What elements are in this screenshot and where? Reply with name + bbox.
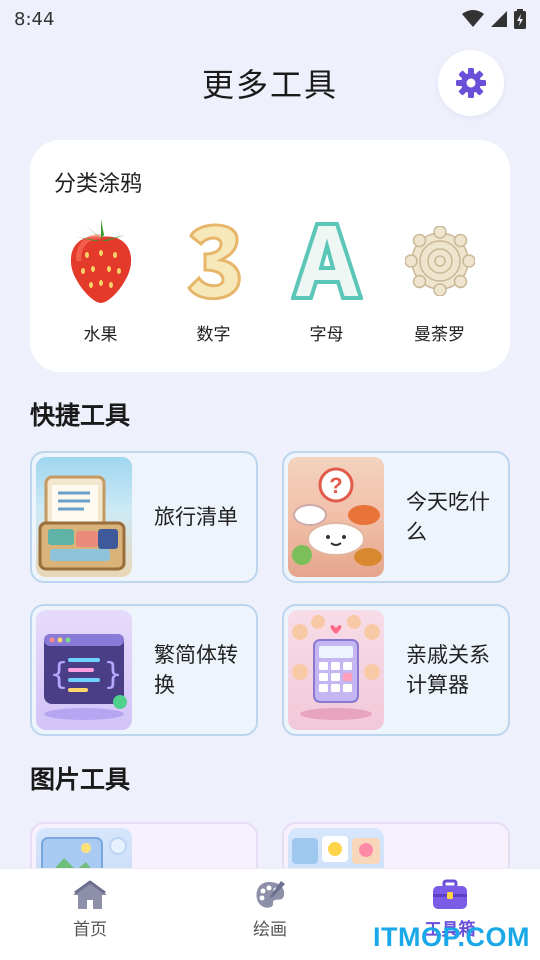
mandala-icon xyxy=(404,226,475,296)
tool-label: 旅行清单 xyxy=(154,505,238,529)
tool-card-relative-calculator[interactable]: 亲戚关系计算器 xyxy=(282,604,510,736)
battery-icon xyxy=(514,9,526,29)
status-bar: 8:44 xyxy=(0,0,540,38)
nav-label-draw: 绘画 xyxy=(253,920,287,940)
doodle-section-title: 分类涂鸦 xyxy=(54,172,143,197)
nav-item-draw[interactable]: 绘画 xyxy=(180,869,360,960)
svg-text:{: { xyxy=(50,657,68,692)
header: 更多工具 xyxy=(0,50,540,116)
doodle-category-list: 水果 数字 字母 曼荼罗 xyxy=(30,218,510,345)
home-icon xyxy=(73,880,107,909)
svg-text:}: } xyxy=(104,657,122,692)
tool-label: 繁简体转换 xyxy=(154,643,238,697)
tool-label: 亲戚关系计算器 xyxy=(406,643,490,697)
page-title: 更多工具 xyxy=(201,66,338,104)
doodle-item-label: 字母 xyxy=(309,325,344,345)
doodle-item-label: 数字 xyxy=(196,325,231,345)
signal-icon xyxy=(491,11,507,27)
quick-tools-title: 快捷工具 xyxy=(30,401,131,430)
tool-card-what-to-eat[interactable]: ? 今天吃什么 xyxy=(282,451,510,583)
suitcase-icon xyxy=(38,475,126,571)
strawberry-icon xyxy=(70,219,131,303)
nav-label-home: 首页 xyxy=(73,920,107,940)
code-window-icon: { } xyxy=(44,634,127,720)
watermark: ITMOP.COM xyxy=(372,922,530,952)
doodle-item-label: 曼荼罗 xyxy=(414,325,465,345)
doodle-item-mandala[interactable]: 曼荼罗 xyxy=(390,218,490,345)
toolbox-icon xyxy=(433,879,467,909)
doodle-item-fruit[interactable]: 水果 xyxy=(51,218,151,345)
calculator-icon xyxy=(292,615,380,720)
doodle-item-letter[interactable]: 字母 xyxy=(277,218,377,345)
doodle-item-label: 水果 xyxy=(83,325,118,345)
nav-item-home[interactable]: 首页 xyxy=(0,869,180,960)
image-tools-title: 图片工具 xyxy=(30,765,131,794)
doodle-item-number[interactable]: 数字 xyxy=(164,218,264,345)
tool-card-traditional-simplified[interactable]: { } 繁简体转换 xyxy=(30,604,258,736)
letter-a-icon xyxy=(290,222,363,300)
number-3-icon xyxy=(186,223,241,301)
status-icons xyxy=(462,9,526,29)
status-time: 8:44 xyxy=(14,8,55,30)
gear-icon xyxy=(456,68,486,98)
tool-card-travel-checklist[interactable]: 旅行清单 xyxy=(30,451,258,583)
doodle-category-card: 分类涂鸦 水果 数字 字母 曼荼罗 xyxy=(30,140,510,372)
palette-icon xyxy=(256,881,285,908)
food-plate-icon: ? xyxy=(292,467,382,566)
tool-label: 今天吃什么 xyxy=(406,490,490,544)
wifi-icon xyxy=(462,10,484,27)
svg-text:?: ? xyxy=(329,473,342,498)
settings-button[interactable] xyxy=(438,50,504,116)
